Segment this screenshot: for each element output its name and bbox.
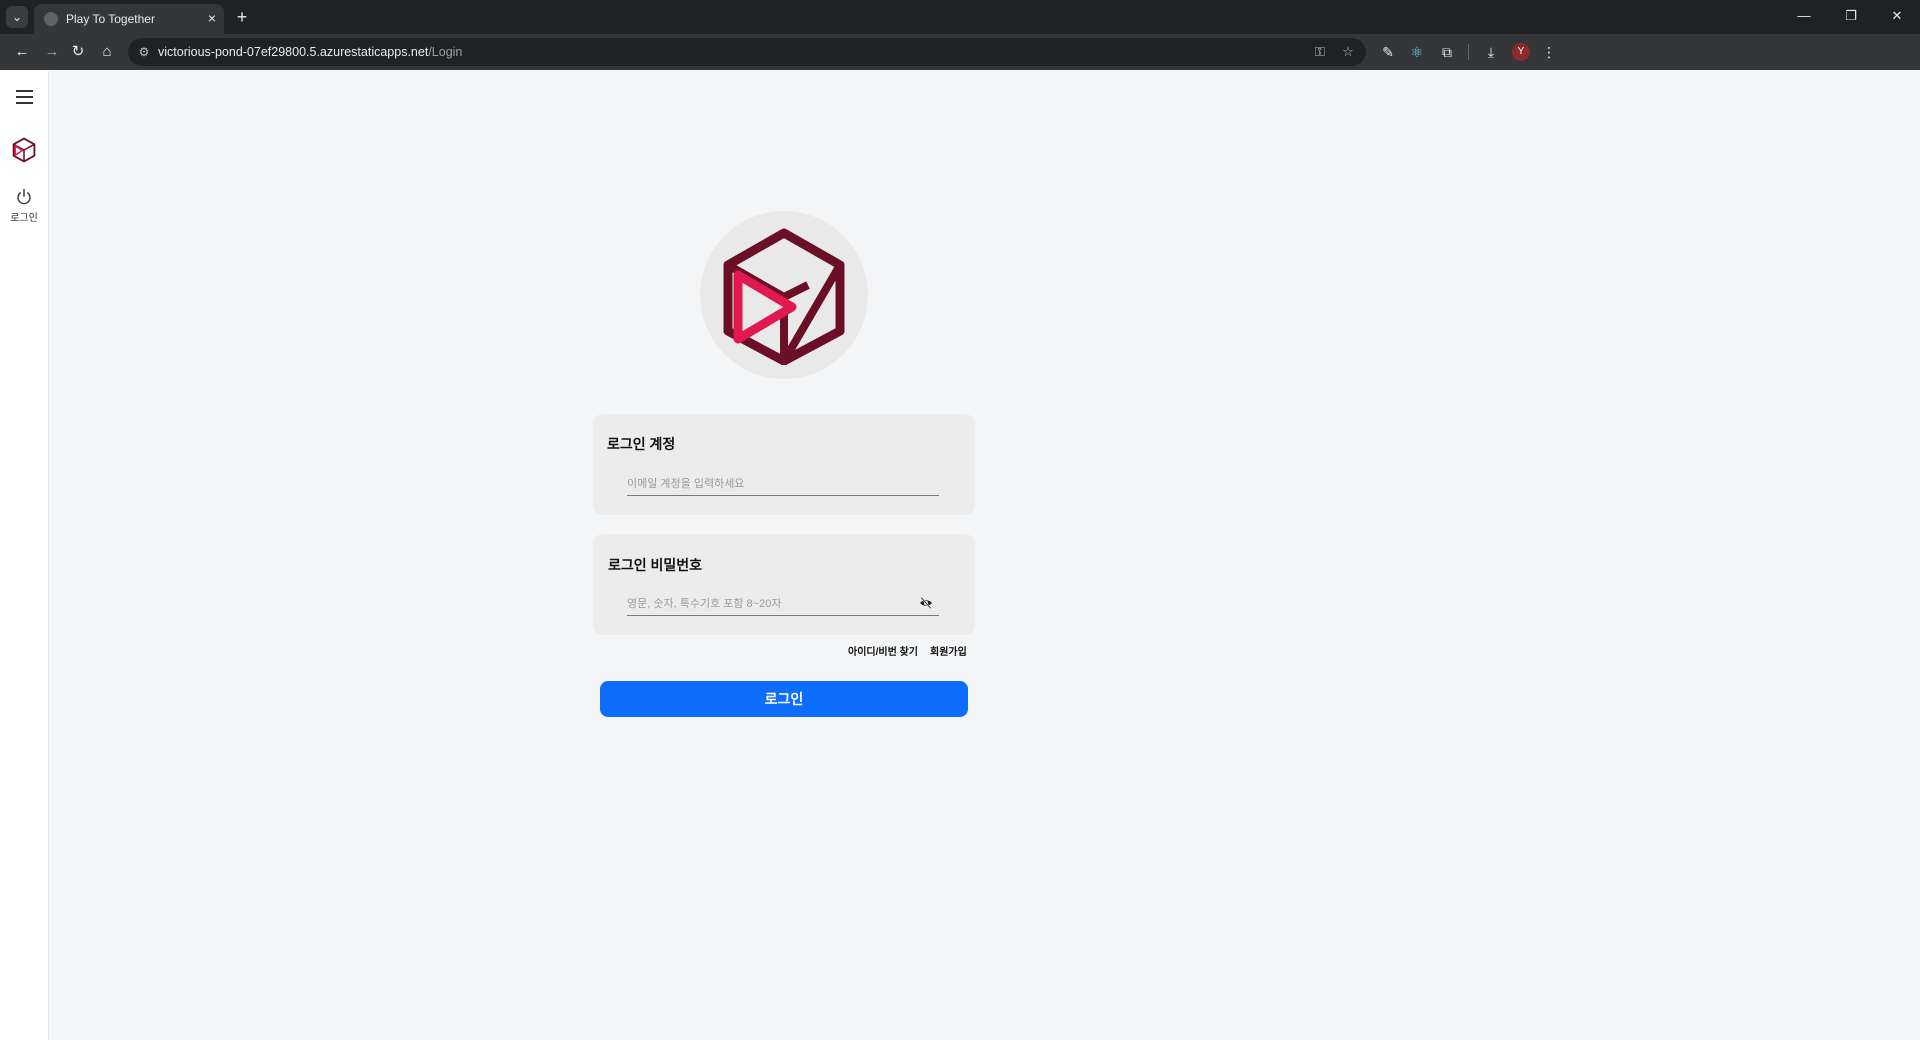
email-label: 로그인 계정	[607, 436, 676, 452]
login-button[interactable]: 로그인	[600, 681, 968, 717]
sidebar-item-login[interactable]: 로그인	[4, 185, 44, 225]
find-account-link[interactable]: 아이디/비번 찾기	[848, 643, 918, 658]
email-input[interactable]	[627, 474, 907, 494]
menu-kebab-icon[interactable]: ⋮	[1539, 42, 1559, 62]
browser-tab-bar: ⌄ Play To Together × + — ❐ ✕	[0, 0, 1920, 34]
app-cube-logo-icon[interactable]	[11, 137, 37, 163]
auth-links: 아이디/비번 찾기 회원가입	[593, 643, 975, 659]
eye-off-icon[interactable]	[919, 596, 933, 610]
forward-icon[interactable]: →	[42, 42, 62, 62]
url-host: victorious-pond-07ef29800.5.azurestatica…	[158, 45, 429, 59]
tab-close-button[interactable]: ×	[208, 10, 216, 26]
profile-avatar[interactable]: Y	[1512, 43, 1530, 61]
sidebar: 로그인	[0, 71, 49, 1040]
download-icon[interactable]: ⤓	[1481, 42, 1501, 62]
close-window-button[interactable]: ✕	[1887, 8, 1907, 24]
browser-toolbar: ← → ↻ ⌂ ⚙ victorious-pond-07ef29800.5.az…	[0, 34, 1920, 70]
brand-logo	[700, 211, 868, 379]
password-key-icon[interactable]: ⚿	[1312, 44, 1328, 60]
url-path: /Login	[428, 45, 463, 59]
app-cube-logo-icon	[723, 228, 845, 365]
password-input[interactable]	[627, 594, 907, 614]
sidebar-item-label: 로그인	[10, 213, 38, 224]
password-card: 로그인 비밀번호	[593, 534, 975, 635]
password-field-wrapper	[627, 594, 939, 616]
extensions-puzzle-icon[interactable]: ⧉	[1437, 42, 1457, 62]
main-content: 로그인 계정 로그인 비밀번호 아이디/비번 찾기 회원가입 로그인	[49, 71, 1920, 1040]
password-label: 로그인 비밀번호	[608, 557, 703, 573]
new-tab-button[interactable]: +	[232, 7, 252, 27]
back-icon[interactable]: ←	[12, 42, 32, 62]
bookmark-star-icon[interactable]: ☆	[1340, 44, 1356, 60]
address-bar[interactable]: ⚙ victorious-pond-07ef29800.5.azurestati…	[128, 38, 1366, 66]
email-card: 로그인 계정	[593, 414, 975, 515]
pen-extension-icon[interactable]: ✎	[1378, 42, 1398, 62]
power-icon	[17, 188, 31, 205]
toolbar-divider	[1468, 44, 1469, 60]
reload-icon[interactable]: ↻	[68, 42, 88, 62]
browser-tab[interactable]: Play To Together ×	[34, 4, 224, 34]
tab-list-button[interactable]: ⌄	[6, 6, 28, 28]
tab-title: Play To Together	[66, 12, 155, 26]
tab-favicon-icon	[44, 12, 58, 26]
url-text[interactable]: victorious-pond-07ef29800.5.azurestatica…	[158, 45, 462, 59]
restore-button[interactable]: ❐	[1841, 8, 1861, 24]
home-icon[interactable]: ⌂	[97, 42, 117, 62]
minimize-button[interactable]: —	[1794, 8, 1814, 24]
react-devtools-icon[interactable]: ⚛	[1407, 42, 1427, 62]
email-field-wrapper	[627, 474, 939, 496]
site-info-icon[interactable]: ⚙	[136, 44, 152, 60]
signup-link[interactable]: 회원가입	[930, 643, 967, 658]
hamburger-menu-icon[interactable]	[16, 90, 33, 104]
